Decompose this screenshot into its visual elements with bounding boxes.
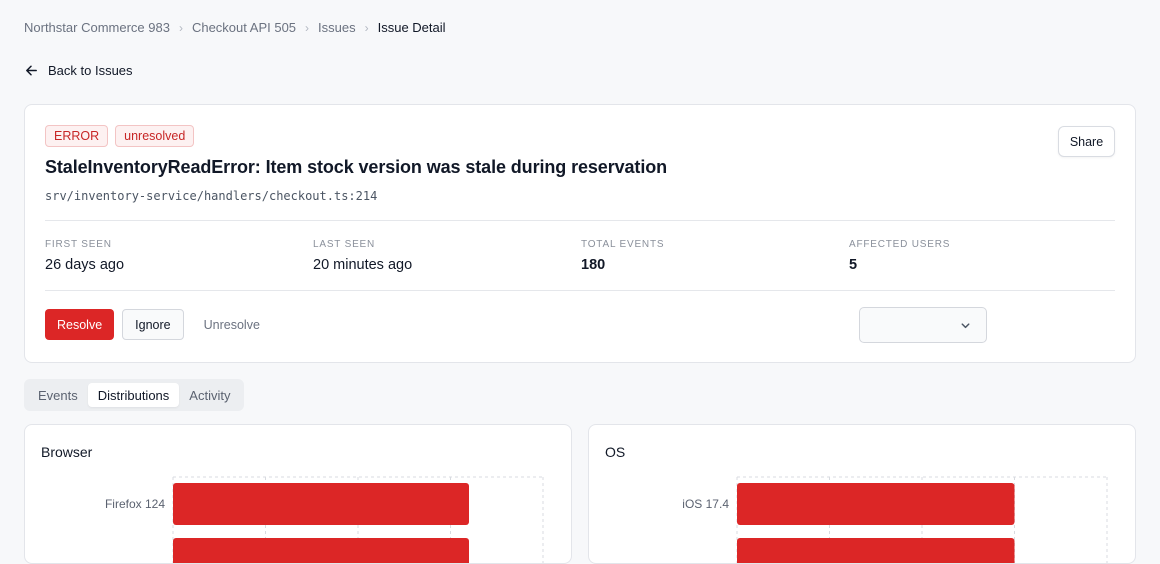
os-chart: iOS 17.4 (682, 476, 1108, 564)
breadcrumb-current: Issue Detail (377, 20, 446, 35)
bar[interactable] (173, 483, 469, 525)
chevron-right-icon: › (178, 20, 183, 35)
breadcrumb-project[interactable]: Checkout API 505 (192, 20, 296, 35)
back-to-issues-link[interactable]: Back to Issues (24, 63, 133, 78)
bar-partial[interactable] (737, 538, 1015, 564)
stat-value: 5 (849, 257, 858, 273)
bar-partial[interactable] (173, 538, 469, 564)
chevron-right-icon: › (364, 20, 369, 35)
unresolve-button[interactable]: Unresolve (192, 309, 272, 340)
browser-distribution-card: Browser Firefox 124 (24, 424, 572, 564)
stat-value: 180 (581, 257, 606, 273)
issue-title: StaleInventoryReadError: Item stock vers… (45, 157, 668, 177)
stat-affected-users: Affected users 5 (849, 239, 1117, 273)
os-distribution-card: OS iOS 17.4 (588, 424, 1136, 564)
tab-events[interactable]: Events (28, 383, 88, 407)
browser-chart: Firefox 124 (105, 476, 544, 564)
status-badge: unresolved (115, 125, 195, 147)
chevron-down-icon (961, 323, 970, 329)
issue-actions: Resolve Ignore Unresolve (45, 309, 272, 340)
breadcrumb-issues[interactable]: Issues (318, 20, 356, 35)
share-button[interactable]: Share (1058, 126, 1115, 157)
tab-activity[interactable]: Activity (179, 383, 240, 407)
category-label: Firefox 124 (105, 497, 165, 511)
ignore-button[interactable]: Ignore (122, 309, 184, 340)
level-badge: ERROR (45, 125, 109, 147)
chevron-right-icon: › (305, 20, 310, 35)
issue-badges: ERROR unresolved (45, 125, 195, 147)
stat-label: Affected users (849, 239, 951, 250)
assignee-select[interactable] (859, 307, 987, 343)
arrow-left-icon (26, 65, 37, 76)
stat-last-seen: Last seen 20 minutes ago (313, 239, 581, 273)
stat-first-seen: First seen 26 days ago (45, 239, 313, 273)
bar[interactable] (737, 483, 1015, 525)
issue-summary-card: ERROR unresolved StaleInventoryReadError… (24, 104, 1136, 363)
stat-value: 20 minutes ago (313, 257, 413, 273)
issue-stats: First seen 26 days ago Last seen 20 minu… (45, 239, 1117, 273)
stat-total-events: Total events 180 (581, 239, 849, 273)
stat-label: Last seen (313, 239, 376, 250)
breadcrumb-org[interactable]: Northstar Commerce 983 (24, 20, 170, 35)
divider (45, 290, 1115, 291)
stat-label: First seen (45, 239, 112, 250)
issue-source-path: srv/inventory-service/handlers/checkout.… (45, 189, 378, 203)
divider (45, 220, 1115, 221)
stat-label: Total events (581, 239, 665, 250)
issue-tabs: Events Distributions Activity (24, 379, 245, 411)
breadcrumb: Northstar Commerce 983 › Checkout API 50… (24, 20, 446, 35)
category-label: iOS 17.4 (682, 497, 729, 511)
resolve-button[interactable]: Resolve (45, 309, 115, 340)
back-link-label: Back to Issues (48, 63, 133, 78)
stat-value: 26 days ago (45, 257, 125, 273)
tab-distributions[interactable]: Distributions (87, 383, 180, 407)
